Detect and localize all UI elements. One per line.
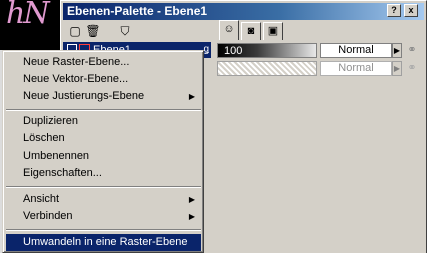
menu-item-new-raster-layer[interactable]: Neue Raster-Ebene... — [6, 54, 201, 71]
menu-item-label: Eigenschaften... — [23, 167, 102, 179]
new-layer-icon[interactable]: ▢ — [67, 23, 83, 39]
menu-item-view[interactable]: Ansicht ▶ — [6, 191, 201, 208]
blend-mode-arrow-disabled-icon: ▶ — [392, 61, 402, 76]
help-button[interactable]: ? — [387, 4, 401, 17]
layer-options-icon[interactable]: ǥ — [203, 42, 209, 58]
menu-item-new-vector-layer[interactable]: Neue Vektor-Ebene... — [6, 71, 201, 88]
menu-item-link[interactable]: Verbinden ▶ — [6, 208, 201, 225]
close-button[interactable]: x — [404, 4, 418, 17]
link-disabled-icon: ⚭ — [407, 62, 417, 74]
menu-item-rename[interactable]: Umbenennen — [6, 148, 201, 165]
menu-item-label: Ansicht — [23, 193, 60, 205]
blend-mode-arrow-icon[interactable]: ▶ — [392, 43, 402, 58]
blend-mode-select[interactable]: Normal — [320, 43, 392, 58]
menu-separator — [6, 229, 201, 231]
submenu-arrow-icon: ▶ — [188, 195, 195, 204]
properties-row: 100 Normal ▶ ⚭ — [216, 42, 424, 59]
delete-layer-icon[interactable]: 🗑 — [85, 23, 101, 39]
tab-layer-mask[interactable]: ◙ — [241, 22, 261, 40]
artwork-glyph: hN — [6, 0, 50, 31]
menu-item-label: Umwandeln in eine Raster-Ebene — [23, 236, 188, 248]
submenu-arrow-icon: ▶ — [188, 92, 195, 101]
layer-properties-pane: 100 Normal ▶ ⚭ Normal ▶ ⚭ — [216, 41, 426, 251]
palette-title: Ebenen-Palette - Ebene1 — [67, 4, 208, 18]
palette-toolbar: ▢ 🗑 ⛉ — [63, 21, 203, 41]
properties-row-disabled: Normal ▶ ⚭ — [216, 60, 424, 77]
menu-item-label: Neue Raster-Ebene... — [23, 56, 130, 68]
link-icon[interactable]: ⚭ — [404, 43, 420, 58]
menu-item-label: Neue Justierungs-Ebene — [23, 90, 145, 102]
menu-item-label: Umbenennen — [23, 150, 90, 162]
context-menu: Neue Raster-Ebene... Neue Vektor-Ebene..… — [2, 50, 204, 253]
tab-layer-properties[interactable]: ☺ — [219, 20, 239, 40]
menu-item-properties[interactable]: Eigenschaften... — [6, 165, 201, 182]
background-artwork: hN — [0, 0, 62, 50]
menu-item-duplicate[interactable]: Duplizieren — [6, 113, 201, 130]
menu-item-label: Löschen — [23, 132, 65, 144]
menu-item-delete[interactable]: Löschen — [6, 130, 201, 147]
menu-item-label: Verbinden — [23, 210, 73, 222]
opacity-slider-disabled — [217, 61, 317, 76]
menu-separator — [6, 186, 201, 188]
tab-layer-groups[interactable]: ▣ — [263, 22, 283, 40]
mask-icon[interactable]: ⛉ — [117, 23, 133, 39]
blend-mode-select-disabled: Normal — [320, 61, 392, 76]
submenu-arrow-icon: ▶ — [188, 212, 195, 221]
opacity-slider[interactable]: 100 — [217, 43, 317, 58]
palette-titlebar[interactable]: Ebenen-Palette - Ebene1 — [63, 3, 424, 20]
palette-tabs: ☺ ◙ ▣ — [217, 20, 427, 40]
menu-item-new-adjustment-layer[interactable]: Neue Justierungs-Ebene ▶ — [6, 88, 201, 105]
menu-separator — [6, 109, 201, 111]
menu-item-label: Neue Vektor-Ebene... — [23, 73, 129, 85]
menu-item-label: Duplizieren — [23, 115, 79, 127]
menu-item-convert-to-raster-layer[interactable]: Umwandeln in eine Raster-Ebene — [6, 234, 201, 251]
